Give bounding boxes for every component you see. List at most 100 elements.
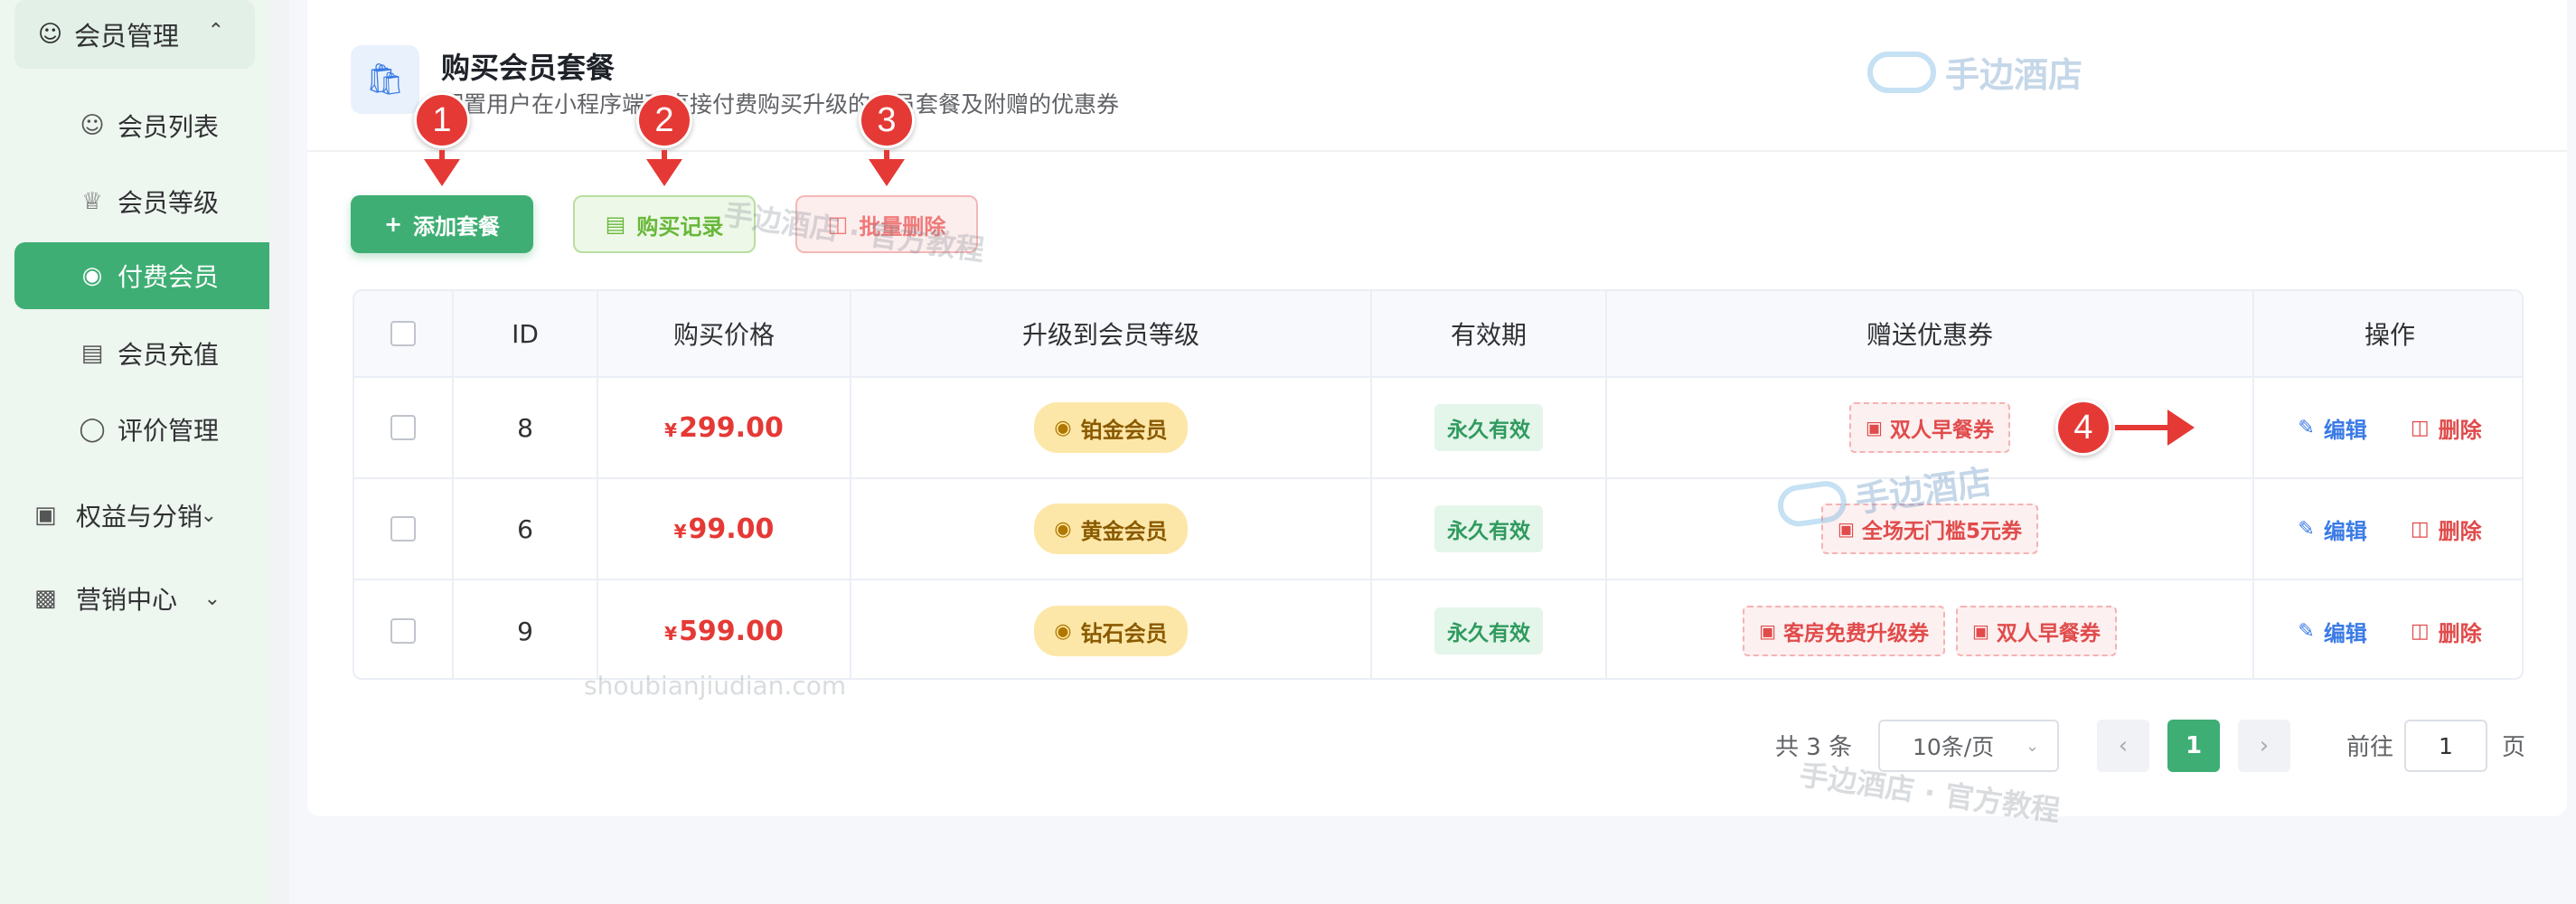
trash-icon: ◫	[2410, 517, 2430, 541]
delete-label: 删除	[2438, 417, 2482, 443]
gift-icon: ▣	[1759, 620, 1776, 642]
delete-button[interactable]: ◫ 删除	[2411, 616, 2482, 647]
column-header-level: 升级到会员等级	[851, 291, 1372, 376]
ad-icon: ▩	[34, 585, 57, 612]
level-label: 黄金会员	[1080, 518, 1168, 544]
row-checkbox[interactable]	[390, 516, 416, 541]
currency-symbol: ¥	[664, 419, 678, 441]
page-number-current[interactable]: 1	[2167, 720, 2220, 772]
row-price: ¥299.00	[598, 378, 851, 477]
trash-icon: ◫	[2410, 619, 2430, 643]
plus-icon: +	[383, 212, 403, 237]
edit-button[interactable]: ✎ 编辑	[2298, 616, 2366, 647]
header-divider	[307, 150, 2567, 152]
page-size-select[interactable]: 10条/页 ⌄	[1878, 720, 2059, 772]
chevron-down-icon: ⌄	[203, 587, 221, 610]
chevron-right-icon: ›	[2259, 732, 2270, 759]
sidebar-item-paid-member[interactable]: ◉ 付费会员	[14, 242, 269, 309]
table-row: 6 ¥99.00 ◉ 黄金会员 永久有效 ▣ 全场无门槛5元券 ✎ 编辑 ◫ 删除	[354, 479, 2522, 580]
edit-label: 编辑	[2323, 518, 2367, 544]
column-header-id: ID	[454, 291, 598, 376]
row-id: 9	[454, 580, 598, 678]
sidebar-section-benefits-distribution[interactable]: ▣ 权益与分销 ⌄	[0, 479, 269, 551]
chevron-down-icon: ⌄	[2025, 736, 2039, 756]
sidebar-divider	[269, 0, 289, 904]
delete-button[interactable]: ◫ 删除	[2411, 513, 2482, 545]
table-row: 9 ¥599.00 ◉ 钻石会员 永久有效 ▣ 客房免费升级券 ▣ 双人早餐券 ✎ 编辑…	[354, 580, 2522, 678]
trash-icon: ◫	[827, 212, 849, 237]
column-header-actions: 操作	[2364, 320, 2415, 350]
edit-button[interactable]: ✎ 编辑	[2298, 513, 2366, 545]
validity-tag: 永久有效	[1434, 607, 1543, 654]
coupon-label: 全场无门槛5元券	[1861, 520, 2022, 543]
batch-delete-button[interactable]: ◫ 批量删除	[795, 195, 978, 253]
delete-button[interactable]: ◫ 删除	[2411, 412, 2482, 444]
row-validity: 永久有效	[1372, 580, 1607, 678]
edit-button[interactable]: ✎ 编辑	[2298, 412, 2366, 444]
chevron-up-icon: ⌃	[207, 20, 224, 42]
row-id-value: 8	[517, 412, 533, 443]
step-marker-4: 4	[2055, 400, 2111, 456]
price-value: ¥599.00	[664, 616, 784, 647]
header-select-all	[354, 291, 454, 376]
sidebar-item-label: 评价管理	[118, 416, 220, 446]
page-title: 购买会员套餐	[441, 51, 616, 85]
page-subtitle: 配置用户在小程序端可直接付费购买升级的会员套餐及附赠的优惠券	[441, 91, 1120, 118]
sidebar-group-member-management[interactable]: ☺ 会员管理 ⌃	[14, 0, 255, 69]
table-row: 8 ¥299.00 ◉ 铂金会员 永久有效 ▣ 双人早餐券 ✎ 编辑 ◫ 删除	[354, 378, 2522, 479]
gift-icon: ▣	[1838, 518, 1855, 540]
sidebar: ☺ 会员管理 ⌃ ☺ 会员列表 ♕ 会员等级 ◉ 付费会员 ▤ 会员充值 ◯ 评…	[0, 0, 269, 904]
purchase-records-button[interactable]: ▤ 购买记录	[573, 195, 756, 253]
sidebar-item-member-list[interactable]: ☺ 会员列表	[14, 92, 269, 159]
pagination-total: 共 3 条	[1775, 734, 1853, 761]
row-validity: 永久有效	[1372, 479, 1607, 579]
delete-label: 删除	[2438, 518, 2482, 544]
user-icon: ☺	[38, 21, 63, 48]
price-amount: 599.00	[679, 615, 784, 647]
row-checkbox[interactable]	[390, 618, 416, 644]
coupon-tag: ▣ 双人早餐券	[1849, 402, 2010, 453]
sidebar-item-label: 会员等级	[118, 188, 220, 218]
edit-label: 编辑	[2323, 620, 2367, 646]
goto-prefix: 前往	[2346, 734, 2394, 761]
edit-label: 编辑	[2323, 417, 2367, 443]
next-page-button[interactable]: ›	[2238, 720, 2290, 772]
select-all-checkbox[interactable]	[390, 321, 416, 346]
sidebar-item-label: 付费会员	[118, 262, 220, 292]
main-card: 🛍 购买会员套餐 配置用户在小程序端可直接付费购买升级的会员套餐及附赠的优惠券 …	[307, 0, 2567, 816]
trash-icon: ◫	[2410, 416, 2430, 439]
medal-icon: ◉	[1054, 619, 1072, 643]
sidebar-section-label: 权益与分销	[76, 502, 203, 532]
sidebar-item-member-levels[interactable]: ♕ 会员等级	[14, 168, 269, 235]
row-actions: ✎ 编辑 ◫ 删除	[2254, 580, 2522, 678]
validity-tag: 永久有效	[1434, 505, 1543, 552]
packages-table: ID 购买价格 升级到会员等级 有效期 赠送优惠券 操作 8 ¥299.00 ◉…	[353, 289, 2524, 680]
coupon-label: 客房免费升级券	[1783, 622, 1929, 645]
sidebar-item-member-recharge[interactable]: ▤ 会员充值	[14, 320, 269, 387]
row-id-value: 6	[517, 513, 533, 544]
row-validity: 永久有效	[1372, 378, 1607, 477]
price-amount: 299.00	[679, 411, 784, 444]
price-value: ¥299.00	[664, 412, 784, 444]
coupon-label: 双人早餐券	[1889, 419, 1994, 442]
row-checkbox[interactable]	[390, 415, 416, 440]
gift-icon: ▣	[1972, 620, 1989, 642]
column-header-validity: 有效期	[1372, 291, 1607, 376]
document-icon: ▤	[605, 212, 626, 237]
pencil-icon: ✎	[2298, 619, 2315, 643]
prev-page-button[interactable]: ‹	[2097, 720, 2149, 772]
row-level: ◉ 铂金会员	[851, 378, 1372, 477]
coupon-tag: ▣ 全场无门槛5元券	[1821, 504, 2038, 554]
crown-icon: ♕	[81, 188, 103, 215]
sidebar-section-marketing-center[interactable]: ▩ 营销中心 ⌄	[0, 562, 269, 635]
goto-page-input[interactable]	[2404, 720, 2487, 772]
wallet-icon: ▤	[80, 340, 104, 367]
add-package-button[interactable]: + 添加套餐	[351, 195, 533, 253]
shopping-bag-icon: 🛍	[351, 45, 419, 114]
row-coupons: ▣ 全场无门槛5元券	[1607, 479, 2254, 579]
step-marker-4-arrow	[2167, 410, 2195, 446]
row-actions: ✎ 编辑 ◫ 删除	[2254, 479, 2522, 579]
user-icon: ☺	[80, 112, 105, 139]
row-level: ◉ 钻石会员	[851, 580, 1372, 678]
sidebar-item-review-management[interactable]: ◯ 评价管理	[14, 396, 269, 463]
